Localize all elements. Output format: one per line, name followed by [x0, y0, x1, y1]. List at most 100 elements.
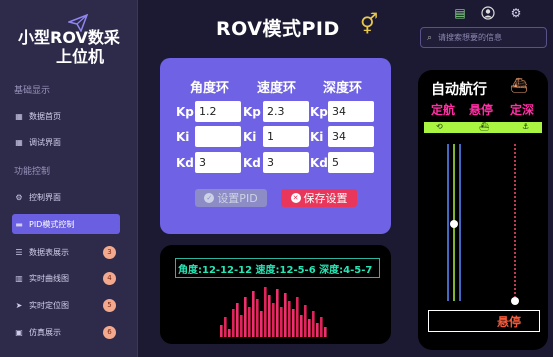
- eq-bar: [288, 301, 291, 337]
- sidebar-item-control[interactable]: ⚙ 控制界面: [12, 187, 120, 207]
- sidebar-item-label: 仿真展示: [29, 327, 61, 337]
- mode-depth-hold[interactable]: 定深: [510, 101, 534, 118]
- chart-icon: ▥: [15, 273, 23, 283]
- location-icon: ➤: [15, 300, 23, 310]
- search-box[interactable]: ⌕: [420, 27, 547, 48]
- folder-icon: ▬: [15, 219, 23, 229]
- save-settings-label: 保存设置: [303, 192, 348, 205]
- section-basic-display: 基础显示: [14, 86, 51, 96]
- depth-slider-handle: [511, 297, 519, 305]
- gender-symbol-icon: ⚥: [360, 12, 379, 36]
- table-icon: ▦: [15, 137, 23, 147]
- eq-bar: [228, 329, 231, 337]
- eq-bar: [276, 289, 279, 337]
- sidebar-item-simulation[interactable]: ▣ 仿真展示 6: [12, 322, 120, 342]
- count-badge: 3: [103, 245, 116, 259]
- sidebar-item-label: 实时定位图: [29, 300, 69, 310]
- speed-ki-input[interactable]: [263, 126, 309, 147]
- eq-bar: [236, 303, 239, 337]
- eq-bar: [220, 325, 223, 337]
- eq-bar: [304, 305, 307, 337]
- sim-icon: ▣: [15, 327, 23, 337]
- sidebar: 小型ROV数采 上位机 基础显示 ▦ 数据首页 ▦ 调试界面 功能控制 ⚙ 控制…: [0, 0, 138, 357]
- rotate-icon: ⟲: [436, 122, 443, 131]
- depth-kp-input[interactable]: [328, 101, 374, 122]
- eq-bar: [264, 287, 267, 337]
- audio-bars-graphic: [220, 287, 327, 337]
- mode-hover[interactable]: 悬停: [469, 101, 493, 118]
- angle-kp-input[interactable]: [195, 101, 241, 122]
- set-pid-label: 设置PID: [217, 192, 258, 205]
- check-circle-icon: ✓: [204, 193, 215, 203]
- sidebar-item-label: 实时曲线图: [29, 273, 69, 283]
- speed-kp-input[interactable]: [263, 101, 309, 122]
- gears-icon: ⚙: [15, 192, 23, 202]
- sidebar-item-label: 数据首页: [29, 111, 61, 121]
- search-icon: ⌕: [427, 32, 433, 43]
- eq-bar: [296, 297, 299, 337]
- ship-icon: ⛴: [510, 78, 528, 94]
- row-label-kd: Kd: [310, 156, 328, 170]
- mode-heading-hold[interactable]: 定航: [431, 101, 455, 118]
- eq-bar: [260, 311, 263, 337]
- skin-icon[interactable]: ▤: [452, 5, 468, 21]
- eq-bar: [312, 311, 315, 337]
- eq-bar: [316, 323, 319, 337]
- eq-bar: [320, 317, 323, 337]
- sidebar-item-data-home[interactable]: ▦ 数据首页: [12, 106, 120, 126]
- row-label-kp: Kp: [310, 105, 328, 119]
- search-input[interactable]: [438, 33, 539, 42]
- sidebar-item-label: PID模式控制: [29, 219, 75, 229]
- page-title: ROV模式PID: [216, 18, 340, 40]
- anchor-icon: ⚓: [522, 122, 530, 131]
- sidebar-item-debug[interactable]: ▦ 调试界面: [12, 132, 120, 152]
- angle-ki-input[interactable]: [195, 126, 241, 147]
- eq-bar: [300, 315, 303, 337]
- save-settings-button[interactable]: ✕ 保存设置: [281, 189, 357, 207]
- row-label-ki: Ki: [310, 130, 324, 144]
- list-icon: ☰: [15, 247, 23, 257]
- settings-icon[interactable]: ⚙: [508, 5, 524, 21]
- set-pid-button[interactable]: ✓ 设置PID: [195, 189, 267, 207]
- angle-kd-input[interactable]: [195, 152, 241, 173]
- depth-kd-input[interactable]: [328, 152, 374, 173]
- auto-nav-title: 自动航行: [431, 82, 487, 98]
- eq-bar: [324, 327, 327, 337]
- app-title-line1: 小型ROV数采: [18, 28, 120, 47]
- user-avatar-icon[interactable]: [480, 5, 496, 21]
- table-icon: ▦: [15, 111, 23, 121]
- row-label-kd: Kd: [243, 156, 261, 170]
- speed-kd-input[interactable]: [263, 152, 309, 173]
- eq-bar: [244, 297, 247, 337]
- eq-bar: [268, 295, 271, 337]
- eq-bar: [224, 317, 227, 337]
- sidebar-item-data-table[interactable]: ☰ 数据表展示 3: [12, 242, 120, 262]
- eq-bar: [284, 293, 287, 337]
- column-depth-loop: 深度环: [323, 81, 363, 96]
- pid-panel: 角度环 速度环 深度环 Kp Kp Kp Ki Ki Ki Kd Kd Kd ✓…: [160, 58, 391, 234]
- column-angle-loop: 角度环: [190, 81, 230, 96]
- count-badge: 6: [103, 325, 116, 339]
- mode-indicator-bar: ⟲ ⛴ ⚓: [424, 122, 542, 133]
- depth-ki-input[interactable]: [328, 126, 374, 147]
- eq-bar: [280, 307, 283, 337]
- app-title: 小型ROV数采 上位机: [18, 28, 136, 66]
- auto-nav-panel: 自动航行 ⛴ 定航 悬停 定深 ⟲ ⛴ ⚓ 悬停: [418, 70, 548, 350]
- depth-gauge: [447, 144, 519, 305]
- row-label-kp: Kp: [243, 105, 261, 119]
- eq-bar: [308, 319, 311, 337]
- section-function-control: 功能控制: [14, 167, 51, 177]
- sidebar-item-realtime-location[interactable]: ➤ 实时定位图 5: [12, 295, 120, 315]
- data-panel: 角度:12-12-12 速度:12-5-6 深度:4-5-7: [160, 245, 391, 344]
- ship-small-icon: ⛴: [479, 122, 490, 131]
- sidebar-item-realtime-curve[interactable]: ▥ 实时曲线图 4: [12, 268, 120, 288]
- sidebar-item-pid-mode[interactable]: ▬ PID模式控制: [12, 214, 120, 234]
- row-label-kp: Kp: [176, 105, 194, 119]
- brand: 小型ROV数采 上位机: [8, 8, 133, 68]
- eq-bar: [292, 309, 295, 337]
- top-toolbar: ▤ ⚙: [452, 5, 524, 21]
- eq-bar: [272, 303, 275, 337]
- app-title-line2: 上位机: [56, 47, 105, 66]
- row-label-kd: Kd: [176, 156, 194, 170]
- status-display: 悬停: [428, 310, 540, 332]
